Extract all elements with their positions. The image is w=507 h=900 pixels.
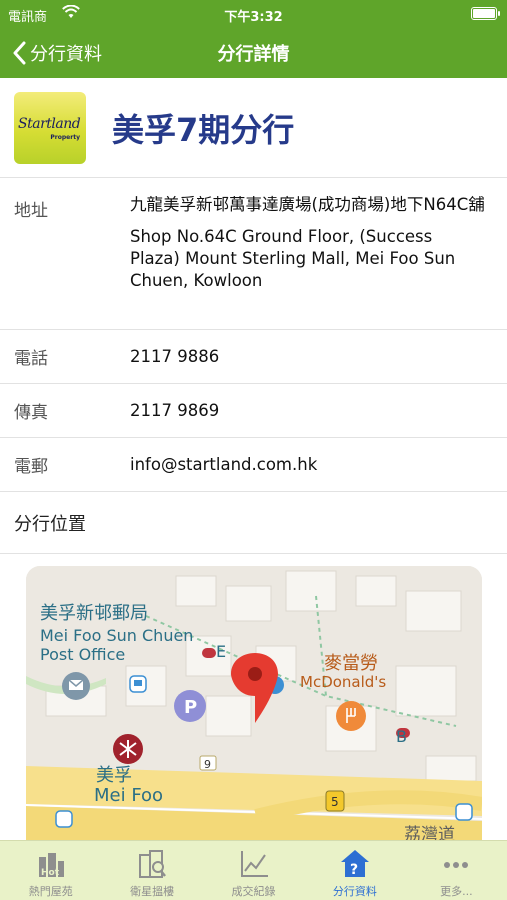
road-label: 荔灣道 xyxy=(404,825,455,840)
fax-value: 2117 9869 xyxy=(130,401,220,420)
battery-icon xyxy=(471,7,500,20)
exit-e-label: E xyxy=(216,642,226,661)
clock: 下午3:32 xyxy=(224,10,283,25)
address-label: 地址 xyxy=(14,201,48,221)
post-office-label-zh: 美孚新邨郵局 xyxy=(40,603,148,624)
tab-satellite-search[interactable]: 衛星搵樓 xyxy=(101,841,202,900)
satellite-search-icon xyxy=(139,850,167,878)
address-chinese: 九龍美孚新邨萬事達廣場(成功商場)地下N64C舖 xyxy=(130,195,485,214)
fax-label: 傳真 xyxy=(14,403,48,423)
branch-map[interactable]: P 9 5 E B 荔灣道 美孚新邨郵局 Mei Foo Sun Chuen P… xyxy=(26,566,482,840)
status-bar: 電訊商 下午3:32 xyxy=(0,0,507,28)
mei-foo-station-label-zh: 美孚 xyxy=(96,765,132,786)
svg-text:Hot: Hot xyxy=(41,868,60,878)
tab-label: 更多... xyxy=(440,885,473,898)
mei-foo-station-label-en: Mei Foo xyxy=(94,785,164,806)
address-row: 地址 九龍美孚新邨萬事達廣場(成功商場)地下N64C舖 Shop No.64C … xyxy=(0,178,507,330)
more-dots-icon xyxy=(444,862,469,868)
chart-line-icon xyxy=(240,851,268,877)
tab-more[interactable]: 更多... xyxy=(406,841,507,900)
branch-name: 美孚7期分行 xyxy=(112,110,295,149)
location-section-title: 分行位置 xyxy=(0,492,507,554)
tab-branch-info[interactable]: ? 分行資料 xyxy=(304,841,405,900)
phone-label: 電話 xyxy=(14,349,48,369)
branch-detail-content[interactable]: Startland Property 美孚7期分行 地址 九龍美孚新邨萬事達廣場… xyxy=(0,78,507,840)
hot-buildings-icon: Hot xyxy=(38,853,64,878)
navigation-bar: 分行資料 分行詳情 xyxy=(0,28,507,78)
email-value[interactable]: info@startland.com.hk xyxy=(130,455,507,474)
tab-bar: Hot 熱門屋苑 衛星搵樓 成交紀錄 ? 分行資料 更多... xyxy=(0,840,507,900)
mcdonalds-label-zh: 麥當勞 xyxy=(324,653,378,674)
tab-label: 分行資料 xyxy=(332,885,377,898)
branch-header: Startland Property 美孚7期分行 xyxy=(0,78,507,178)
exit-b-label: B xyxy=(396,727,407,746)
route-9-label: 9 xyxy=(204,758,211,771)
tab-hot-estates[interactable]: Hot 熱門屋苑 xyxy=(0,841,101,900)
startland-logo: Startland Property xyxy=(14,91,86,164)
back-button[interactable]: 分行資料 xyxy=(12,38,102,68)
logo-subtext: Property xyxy=(50,133,80,141)
tab-label: 衛星搵樓 xyxy=(130,885,175,898)
phone-value[interactable]: 2117 9886 xyxy=(130,347,507,366)
post-office-label-en: Mei Foo Sun Chuen Post Office xyxy=(40,626,194,664)
back-button-label: 分行資料 xyxy=(30,44,102,65)
tab-label: 熱門屋苑 xyxy=(28,885,73,898)
svg-text:P: P xyxy=(184,697,197,718)
chevron-left-icon xyxy=(13,41,26,65)
logo-wordmark: Startland xyxy=(18,115,81,132)
mcdonalds-label-en: McDonald's xyxy=(300,673,387,691)
address-english: Shop No.64C Ground Floor, (Success Plaza… xyxy=(130,227,456,290)
svg-text:?: ? xyxy=(350,862,358,878)
tab-transactions[interactable]: 成交紀錄 xyxy=(203,841,304,900)
phone-row[interactable]: 電話 2117 9886 xyxy=(0,330,507,384)
email-row[interactable]: 電郵 info@startland.com.hk xyxy=(0,438,507,492)
address-value: 九龍美孚新邨萬事達廣場(成功商場)地下N64C舖 Shop No.64C Gro… xyxy=(130,194,507,313)
fax-row: 傳真 2117 9869 xyxy=(0,384,507,438)
branch-house-icon: ? xyxy=(340,850,369,878)
email-label: 電郵 xyxy=(14,457,48,477)
route-5-label: 5 xyxy=(331,795,339,809)
tab-label: 成交紀錄 xyxy=(231,885,276,898)
